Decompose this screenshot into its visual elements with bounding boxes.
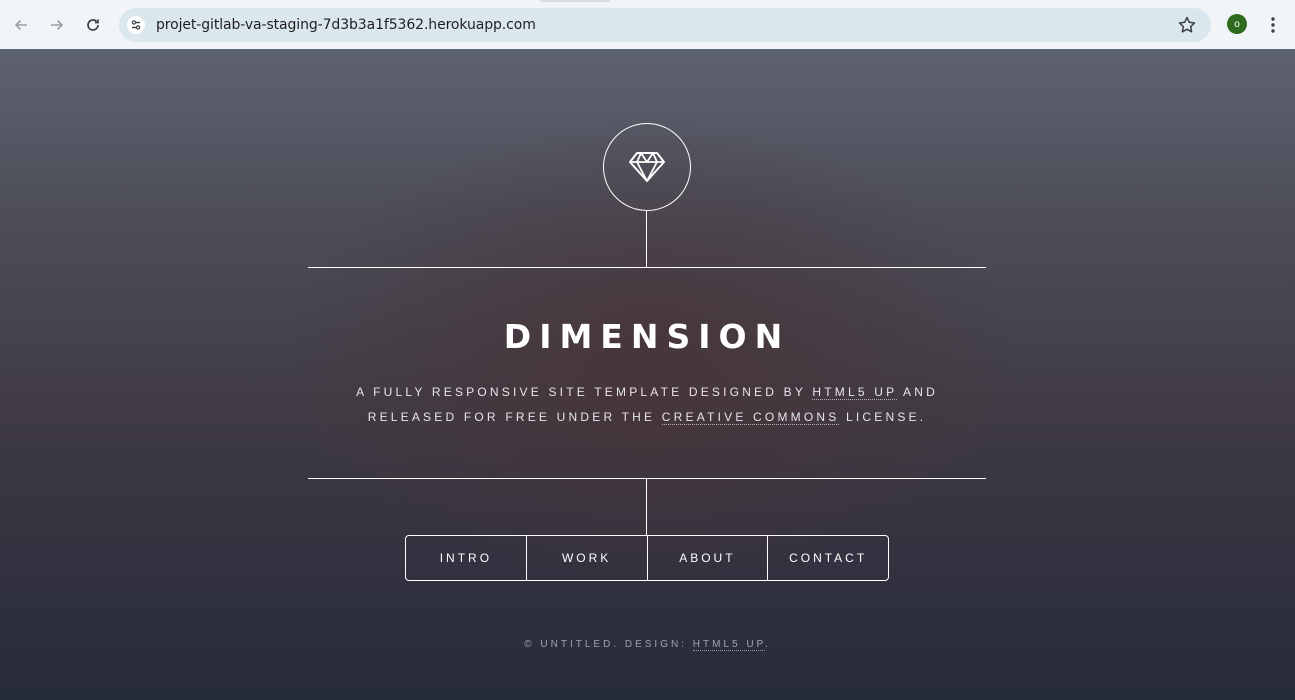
tune-icon[interactable] (127, 16, 145, 34)
footer-suffix: . (764, 639, 771, 650)
tab-strip-edge (540, 0, 610, 2)
profile-initial: o (1234, 18, 1240, 30)
diamond-icon (629, 152, 665, 182)
page-content: DIMENSION A fully responsive site templa… (0, 49, 1295, 700)
connector-line-top (646, 210, 647, 267)
description-text-1: A fully responsive site template designe… (356, 385, 813, 399)
reload-icon (87, 19, 99, 31)
address-bar[interactable]: projet-gitlab-va-staging-7d3b3a1f5362.he… (119, 8, 1211, 42)
logo (603, 123, 691, 211)
arrow-left-icon (14, 19, 27, 31)
divider-bottom (308, 478, 986, 479)
footer-copyright: © UNTITLED. DESIGN: (524, 639, 693, 650)
page-description: A fully responsive site template designe… (308, 380, 986, 430)
main-nav: INTRO WORK ABOUT CONTACT (405, 535, 889, 581)
footer-html5up-link[interactable]: HTML5 UP (692, 639, 765, 651)
arrow-right-icon (51, 19, 64, 31)
nav-contact[interactable]: CONTACT (767, 536, 888, 580)
connector-line-bottom (646, 479, 647, 535)
browser-toolbar: projet-gitlab-va-staging-7d3b3a1f5362.he… (0, 0, 1295, 50)
nav-intro[interactable]: INTRO (406, 536, 526, 580)
nav-work[interactable]: WORK (525, 536, 647, 580)
kebab-menu-icon[interactable] (1263, 14, 1283, 36)
footer: © UNTITLED. DESIGN: HTML5 UP. (0, 639, 1295, 651)
divider-top (308, 267, 986, 268)
profile-avatar[interactable]: o (1227, 14, 1247, 34)
page-title: DIMENSION (503, 317, 791, 356)
html5up-link[interactable]: HTML5 UP (812, 385, 898, 400)
description-text-3: license. (839, 410, 927, 424)
nav-about[interactable]: ABOUT (646, 536, 768, 580)
forward-button[interactable] (44, 12, 70, 38)
creative-commons-link[interactable]: Creative Commons (661, 410, 840, 425)
url-text[interactable]: projet-gitlab-va-staging-7d3b3a1f5362.he… (156, 8, 536, 42)
reload-button[interactable] (80, 12, 106, 38)
back-button[interactable] (8, 12, 34, 38)
star-icon[interactable] (1177, 15, 1197, 35)
